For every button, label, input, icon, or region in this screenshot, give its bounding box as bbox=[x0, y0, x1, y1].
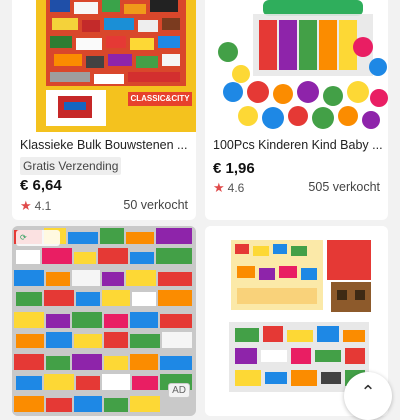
product-card[interactable]: 100Pcs Kinderen Kind Baby ... € 1,96 ★ 4.… bbox=[205, 0, 388, 220]
product-card[interactable]: ⟳ AD bbox=[12, 226, 196, 416]
product-title[interactable]: 100Pcs Kinderen Kind Baby ... bbox=[213, 138, 383, 152]
star-icon: ★ bbox=[20, 198, 32, 213]
logo-icon: ⟳ bbox=[20, 233, 27, 242]
rating-value: 4.1 bbox=[34, 199, 52, 213]
product-rating: ★ 4.6 bbox=[213, 180, 244, 196]
chevron-up-icon: ⌃ bbox=[360, 382, 376, 402]
sold-count: 505 verkocht bbox=[308, 180, 380, 194]
toy-box-image bbox=[213, 0, 388, 132]
sold-count: 50 verkocht bbox=[123, 198, 188, 212]
product-title[interactable]: Klassieke Bulk Bouwstenen ... bbox=[20, 138, 190, 152]
product-image[interactable] bbox=[213, 0, 388, 132]
star-icon: ★ bbox=[213, 180, 225, 195]
ad-label: AD bbox=[168, 383, 190, 398]
scroll-to-top-button[interactable]: ⌃ bbox=[344, 372, 392, 420]
rating-value: 4.6 bbox=[227, 181, 245, 195]
image-banner: CLASSIC&CITY bbox=[128, 92, 192, 106]
brand-logo: ⟳ bbox=[16, 230, 60, 246]
product-card[interactable]: CLASSIC&CITY Klassieke Bulk Bouwstenen .… bbox=[12, 0, 196, 220]
bricks-image bbox=[36, 0, 196, 132]
product-rating: ★ 4.1 bbox=[20, 198, 51, 214]
product-image[interactable]: CLASSIC&CITY bbox=[36, 0, 196, 132]
product-price: € 1,96 bbox=[213, 160, 255, 177]
product-grid: CLASSIC&CITY Klassieke Bulk Bouwstenen .… bbox=[0, 0, 400, 416]
free-shipping-badge: Gratis Verzending bbox=[20, 157, 122, 175]
product-price: € 6,64 bbox=[20, 177, 62, 194]
